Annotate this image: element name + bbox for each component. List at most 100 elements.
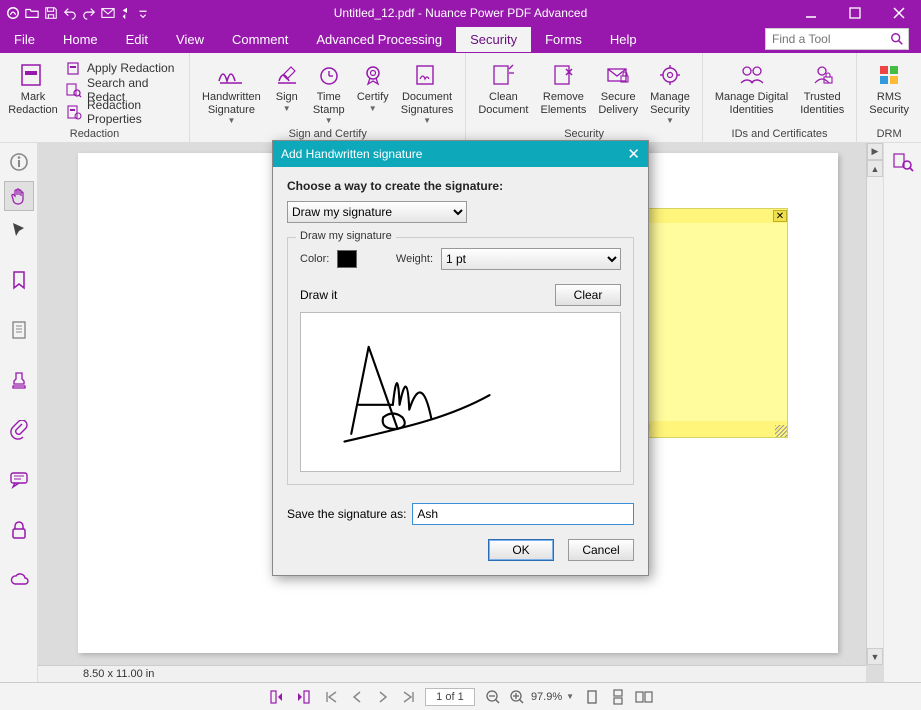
certify-button[interactable]: Certify▼: [351, 55, 395, 113]
mark-redaction-label: Mark Redaction: [8, 91, 58, 116]
find-a-tool-input[interactable]: [766, 30, 886, 48]
dialog-title-text: Add Handwritten signature: [281, 147, 422, 161]
layout-single-icon[interactable]: [582, 687, 602, 707]
ids-certificates-group-label: IDs and Certificates: [703, 128, 856, 142]
prev-page-icon[interactable]: [347, 687, 367, 707]
menu-view[interactable]: View: [162, 27, 218, 52]
signature-mode-select[interactable]: Draw my signature: [287, 201, 467, 223]
stamps-panel-icon[interactable]: [4, 365, 34, 395]
comments-panel-icon[interactable]: [4, 465, 34, 495]
choose-way-label: Choose a way to create the signature:: [287, 179, 634, 193]
remove-elements-button[interactable]: Remove Elements: [534, 55, 592, 116]
search-panel-icon[interactable]: [888, 147, 918, 177]
attachments-panel-icon[interactable]: [4, 415, 34, 445]
time-stamp-button[interactable]: Time Stamp▼: [307, 55, 351, 125]
menu-help[interactable]: Help: [596, 27, 651, 52]
search-icon[interactable]: [886, 32, 908, 46]
secure-delivery-button[interactable]: Secure Delivery: [592, 55, 644, 116]
undo-icon[interactable]: [61, 4, 79, 22]
drm-group-label: DRM: [857, 128, 921, 142]
view-mode-2-icon[interactable]: [293, 687, 313, 707]
manage-digital-identities-button[interactable]: Manage Digital Identities: [709, 55, 794, 116]
redaction-properties-button[interactable]: Redaction Properties: [60, 101, 183, 123]
zoom-level[interactable]: 97.9%: [531, 691, 562, 703]
qat-customize-icon[interactable]: [137, 4, 149, 22]
draw-fieldset-legend: Draw my signature: [296, 230, 396, 242]
handwritten-signature-button[interactable]: Handwritten Signature▼: [196, 55, 267, 125]
clean-document-button[interactable]: Clean Document: [472, 55, 534, 116]
menu-home[interactable]: Home: [49, 27, 112, 52]
dialog-close-icon[interactable]: ✕: [627, 145, 640, 163]
menu-edit[interactable]: Edit: [112, 27, 162, 52]
save-icon[interactable]: [42, 4, 60, 22]
page-indicator[interactable]: 1 of 1: [425, 688, 475, 706]
zoom-out-icon[interactable]: [483, 687, 503, 707]
pages-panel-icon[interactable]: [4, 315, 34, 345]
signature-canvas[interactable]: [300, 312, 621, 472]
clear-button[interactable]: Clear: [555, 284, 621, 306]
signature-name-input[interactable]: [412, 503, 634, 525]
redaction-group-label: Redaction: [0, 128, 189, 142]
menu-advanced-processing[interactable]: Advanced Processing: [302, 27, 456, 52]
next-page-icon[interactable]: [373, 687, 393, 707]
document-signatures-button[interactable]: Document Signatures▼: [395, 55, 460, 125]
right-sidebar: [883, 143, 921, 682]
apply-redaction-icon: [66, 60, 82, 76]
cancel-button[interactable]: Cancel: [568, 539, 634, 561]
tools-dropdown-icon[interactable]: [118, 4, 136, 22]
color-picker[interactable]: [337, 250, 357, 268]
draw-it-label: Draw it: [300, 288, 337, 302]
first-page-icon[interactable]: [321, 687, 341, 707]
security-panel-icon[interactable]: [4, 515, 34, 545]
menu-forms[interactable]: Forms: [531, 27, 596, 52]
last-page-icon[interactable]: [399, 687, 419, 707]
trusted-identities-button[interactable]: Trusted Identities: [794, 55, 850, 116]
note-close-icon[interactable]: ✕: [773, 210, 787, 222]
mail-icon[interactable]: [99, 4, 117, 22]
scroll-up-icon[interactable]: ▲: [867, 160, 883, 177]
dialog-titlebar[interactable]: Add Handwritten signature ✕: [273, 141, 648, 167]
select-tool-icon[interactable]: [4, 215, 34, 245]
page-dimensions: 8.50 x 11.00 in: [83, 668, 154, 680]
open-icon[interactable]: [23, 4, 41, 22]
hand-tool-icon[interactable]: [4, 181, 34, 211]
info-panel-icon[interactable]: [4, 147, 34, 177]
vertical-scrollbar[interactable]: ▶ ▲ ▼: [866, 143, 883, 665]
menu-security[interactable]: Security: [456, 27, 531, 52]
sign-button[interactable]: Sign▼: [267, 55, 307, 113]
layout-continuous-icon[interactable]: [608, 687, 628, 707]
weight-select[interactable]: 1 pt: [441, 248, 621, 270]
layout-facing-icon[interactable]: [634, 687, 654, 707]
find-a-tool[interactable]: [765, 28, 909, 50]
quick-access-toolbar: [0, 4, 149, 22]
weight-label: Weight:: [396, 253, 433, 265]
color-label: Color:: [300, 253, 329, 265]
scroll-down-icon[interactable]: ▼: [867, 648, 883, 665]
maximize-button[interactable]: [833, 0, 877, 25]
window-controls: [789, 0, 921, 25]
ribbon: Mark Redaction Apply Redaction Search an…: [0, 53, 921, 143]
horizontal-scrollbar[interactable]: 8.50 x 11.00 in: [38, 665, 866, 682]
note-resize-handle[interactable]: [775, 425, 787, 437]
menu-file[interactable]: File: [0, 27, 49, 52]
statusbar: 1 of 1 97.9% ▼: [0, 682, 921, 710]
view-mode-1-icon[interactable]: [267, 687, 287, 707]
save-as-label: Save the signature as:: [287, 507, 406, 521]
minimize-button[interactable]: [789, 0, 833, 25]
ok-button[interactable]: OK: [488, 539, 554, 561]
menu-comment[interactable]: Comment: [218, 27, 302, 52]
note-timestamp: AM: [631, 421, 787, 437]
bookmarks-panel-icon[interactable]: [4, 265, 34, 295]
zoom-in-icon[interactable]: [507, 687, 527, 707]
scroll-right-collapse-icon[interactable]: ▶: [867, 143, 883, 160]
rms-security-button[interactable]: RMS Security: [863, 55, 915, 116]
manage-security-button[interactable]: Manage Security▼: [644, 55, 696, 125]
menubar: File Home Edit View Comment Advanced Pro…: [0, 25, 921, 53]
mark-redaction-button[interactable]: Mark Redaction: [6, 55, 60, 116]
close-button[interactable]: [877, 0, 921, 25]
app-logo-icon[interactable]: [4, 4, 22, 22]
sticky-note[interactable]: ✕ AM: [630, 208, 788, 438]
window-title: Untitled_12.pdf - Nuance Power PDF Advan…: [334, 6, 588, 20]
redo-icon[interactable]: [80, 4, 98, 22]
cloud-panel-icon[interactable]: [4, 565, 34, 595]
